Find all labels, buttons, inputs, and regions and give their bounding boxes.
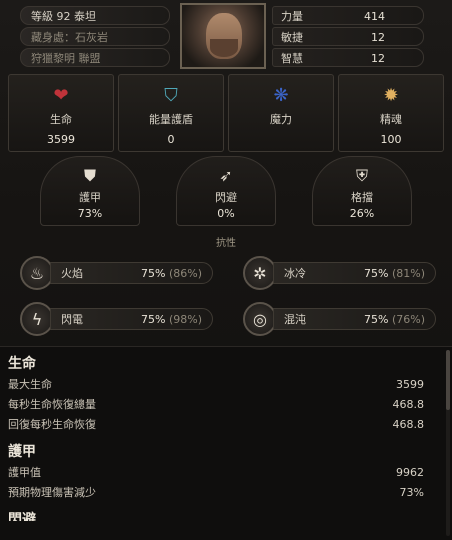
armour-icon: ⛊ [83, 166, 96, 185]
stat-spirit[interactable]: ✹ 精魂 100 [338, 74, 444, 152]
attributes: 力量 414 敏捷 12 智慧 12 [272, 6, 424, 69]
heart-icon: ❤ [53, 84, 69, 106]
section-evasion-title: 閃避 [8, 512, 36, 521]
detail-row: 預期物理傷害減少 73% [8, 486, 424, 499]
stat-mana[interactable]: ❋ 魔力 [228, 74, 334, 152]
stat-block[interactable]: ⛨ 格擋 26% [312, 156, 412, 226]
league: 狩獵黎明 聯盟 [20, 48, 170, 67]
character-info: 等級 92 泰坦 藏身處：石灰岩 狩獵黎明 聯盟 [20, 6, 170, 69]
detail-row: 回復每秒生命恢復 468.8 [8, 418, 424, 431]
block-icon: ⛨ [355, 166, 368, 185]
stat-life[interactable]: ❤ 生命 3599 [8, 74, 114, 152]
chaos-icon: ◎ [243, 302, 277, 336]
detail-row: 護甲值 9962 [8, 466, 424, 479]
spirit-icon: ✹ [383, 84, 399, 106]
resist-chaos[interactable]: ◎ 混沌 75% (76%) [243, 302, 436, 336]
stat-energy-shield[interactable]: ⛉ 能量護盾 0 [118, 74, 224, 152]
details-scrollbar[interactable] [446, 350, 450, 536]
section-life-title: 生命 [8, 356, 36, 372]
detail-row: 每秒生命恢復總量 468.8 [8, 398, 424, 411]
mana-icon: ❋ [273, 84, 289, 106]
character-portrait [180, 3, 266, 69]
attr-strength[interactable]: 力量 414 [272, 6, 424, 25]
resist-cold[interactable]: ✲ 冰冷 75% (81%) [243, 256, 436, 290]
attr-dexterity[interactable]: 敏捷 12 [272, 27, 424, 46]
stat-armour[interactable]: ⛊ 護甲 73% [40, 156, 140, 226]
evasion-icon: ➶ [219, 166, 233, 185]
lightning-icon: ϟ [20, 302, 54, 336]
hideout: 藏身處：石灰岩 [20, 27, 170, 46]
detail-row: 最大生命 3599 [8, 378, 424, 391]
resist-fire[interactable]: ♨ 火焰 75% (86%) [20, 256, 213, 290]
level-class: 等級 92 泰坦 [20, 6, 170, 25]
section-armour-title: 護甲 [8, 444, 36, 460]
defense-stats: ⛊ 護甲 73% ➶ 閃避 0% ⛨ 格擋 26% [40, 156, 412, 226]
character-panel: 等級 92 泰坦 藏身處：石灰岩 狩獵黎明 聯盟 力量 414 敏捷 12 智慧 12… [0, 0, 452, 540]
resistances: ♨ 火焰 75% (86%) ✲ 冰冷 75% (81%) ϟ 閃電 75% (98%… [20, 256, 436, 336]
energy-shield-icon: ⛉ [164, 84, 178, 106]
stat-details-list[interactable]: 生命 最大生命 3599 每秒生命恢復總量 468.8 回復每秒生命恢復 468.8 … [0, 346, 452, 540]
stat-evasion[interactable]: ➶ 閃避 0% [176, 156, 276, 226]
scrollbar-thumb[interactable] [446, 350, 450, 410]
resistances-title: 抗性 [216, 238, 236, 249]
resource-stats: ❤ 生命 3599 ⛉ 能量護盾 0 ❋ 魔力 ✹ 精魂 100 [8, 74, 444, 152]
cold-icon: ✲ [243, 256, 277, 290]
fire-icon: ♨ [20, 256, 54, 290]
resist-lightning[interactable]: ϟ 閃電 75% (98%) [20, 302, 213, 336]
attr-intelligence[interactable]: 智慧 12 [272, 48, 424, 67]
portrait-beard [210, 39, 238, 57]
